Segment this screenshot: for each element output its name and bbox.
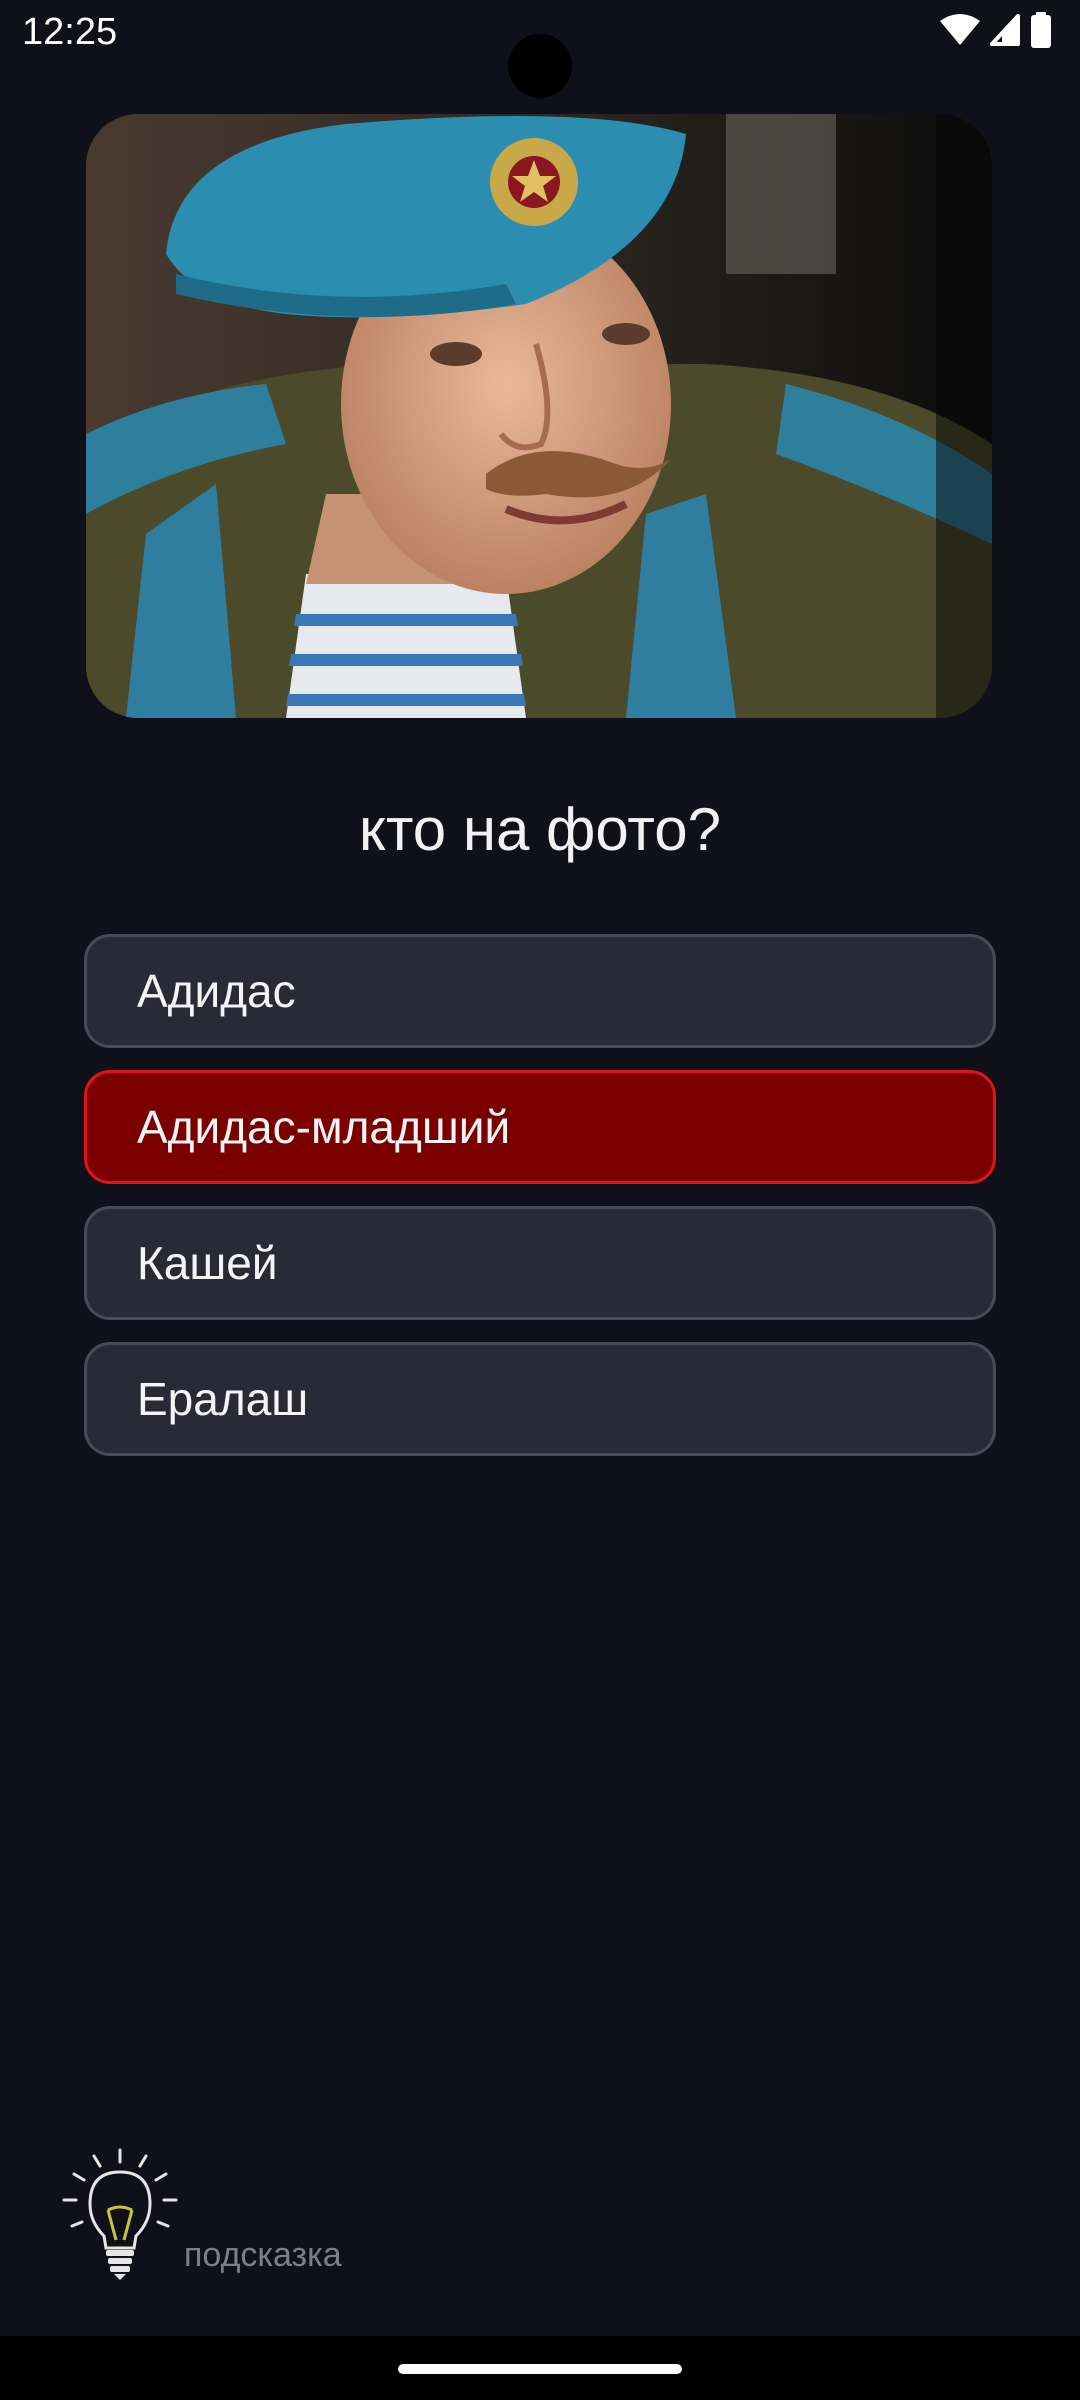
answer-list: Адидас Адидас-младший Кашей Ералаш xyxy=(84,934,996,1478)
answer-option-4[interactable]: Ералаш xyxy=(84,1342,996,1456)
answer-label: Ералаш xyxy=(137,1373,309,1425)
home-indicator[interactable] xyxy=(398,2364,682,2374)
answer-option-2[interactable]: Адидас-младший xyxy=(84,1070,996,1184)
camera-cutout xyxy=(508,34,572,98)
battery-icon xyxy=(1030,11,1052,53)
question-text: кто на фото? xyxy=(359,796,721,863)
wifi-icon xyxy=(940,13,980,52)
answer-option-3[interactable]: Кашей xyxy=(84,1206,996,1320)
hint-button[interactable]: подсказка xyxy=(58,2148,388,2288)
status-icons xyxy=(940,11,1052,53)
status-time: 12:25 xyxy=(22,11,118,53)
answer-label: Кашей xyxy=(137,1237,278,1289)
signal-icon xyxy=(990,13,1020,51)
quiz-screen: 12:25 кто на фото? Адидас Адидас-младший… xyxy=(0,0,1080,2400)
hint-label: подсказка xyxy=(184,2236,342,2274)
question-photo xyxy=(86,114,992,718)
answer-label: Адидас-младший xyxy=(137,1101,511,1153)
answer-option-1[interactable]: Адидас xyxy=(84,934,996,1048)
lightbulb-icon xyxy=(58,2148,182,2282)
answer-label: Адидас xyxy=(137,965,296,1017)
portrait-photo xyxy=(86,114,992,718)
